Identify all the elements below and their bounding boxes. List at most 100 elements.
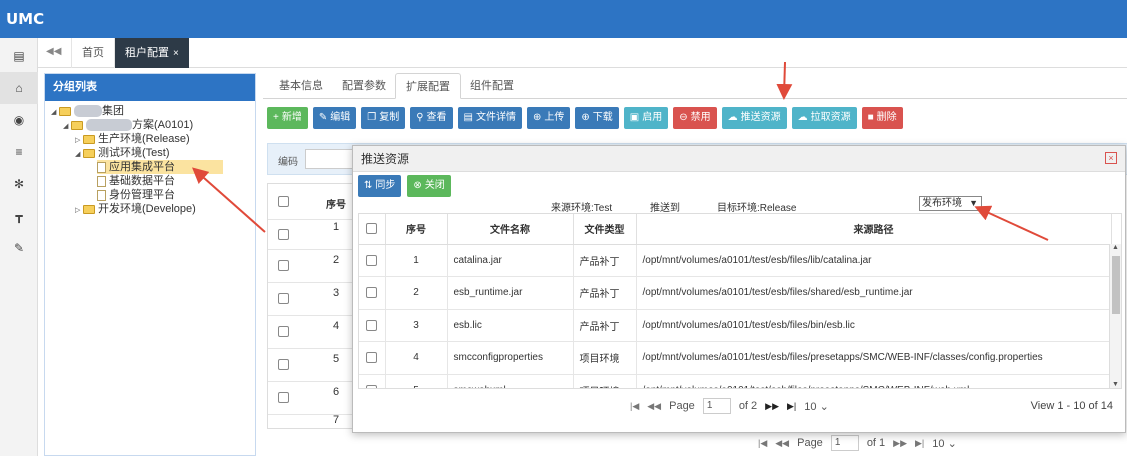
trash-icon: ■ xyxy=(867,112,874,123)
close-icon[interactable]: × xyxy=(173,48,179,59)
upload-button[interactable]: ⊕ 上传 xyxy=(526,107,571,129)
pull-resources-button-label: 拉取资源 xyxy=(810,112,851,123)
next-page-icon[interactable]: ▶▶ xyxy=(893,438,907,449)
tree-node-app-integration[interactable]: 应用集成平台 xyxy=(97,160,223,174)
tree-node-release[interactable]: ▷ 生产环境(Release) xyxy=(75,132,190,146)
scroll-up-icon[interactable]: ▲ xyxy=(1112,244,1119,251)
row-checkbox[interactable] xyxy=(278,293,289,304)
sync-button[interactable]: ⇅ 同步 xyxy=(358,175,402,197)
file-details-button[interactable]: ▤ 文件详情 xyxy=(457,107,522,129)
tab-extension-config[interactable]: 扩展配置 xyxy=(395,73,461,99)
tab-tenant-config[interactable]: 租户配置 × xyxy=(114,38,189,68)
row-checkbox[interactable] xyxy=(366,352,378,364)
page-input[interactable]: 1 xyxy=(702,398,731,414)
page-input[interactable]: 1 xyxy=(830,435,859,451)
file-icon xyxy=(97,175,106,187)
download-button[interactable]: ⊕ 下载 xyxy=(575,107,619,129)
collapse-icon[interactable]: ▷ xyxy=(75,204,83,218)
last-page-icon[interactable]: ▶| xyxy=(787,401,796,412)
row-checkbox[interactable] xyxy=(278,229,289,240)
tab-config-params[interactable]: 配置参数 xyxy=(332,73,396,99)
expand-icon[interactable]: ◢ xyxy=(63,120,71,134)
table-row[interactable]: 5 smcwebxml 项目环境 /opt/mnt/volumes/a0101/… xyxy=(359,374,1112,388)
tree-node-root[interactable]: ◢ 集团 xyxy=(51,104,124,118)
table-row[interactable]: 2 xyxy=(268,250,354,283)
pull-resources-button[interactable]: ☁ 拉取资源 xyxy=(791,107,857,129)
row-checkbox[interactable] xyxy=(366,254,378,266)
tree-node-test[interactable]: ◢ 测试环境(Test) xyxy=(75,146,170,160)
disable-button[interactable]: ⊖ 禁用 xyxy=(673,107,717,129)
push-resources-button[interactable]: ☁ 推送资源 xyxy=(721,107,787,129)
tree-node-base-data[interactable]: 基础数据平台 xyxy=(97,174,175,188)
close-button[interactable]: ⊗ 关闭 xyxy=(407,175,451,197)
expand-icon[interactable]: ◢ xyxy=(75,148,83,162)
delete-button[interactable]: ■ 删除 xyxy=(861,107,903,129)
code-label: 编码 xyxy=(278,157,298,168)
publish-env-select[interactable]: 发布环境 ▼ xyxy=(919,196,982,211)
institution-icon[interactable]: ⌂ xyxy=(0,72,38,104)
table-row[interactable]: 4 smcconfigproperties 项目环境 /opt/mnt/volu… xyxy=(359,341,1112,375)
tree-node-identity[interactable]: 身份管理平台 xyxy=(97,188,175,202)
table-row[interactable]: 2 esb_runtime.jar 产品补丁 /opt/mnt/volumes/… xyxy=(359,276,1112,310)
tree-node-develope[interactable]: ▷ 开发环境(Develope) xyxy=(75,202,196,216)
column-header-file-name: 文件名称 xyxy=(447,214,574,245)
table-row[interactable]: 7 xyxy=(268,414,354,429)
view-button[interactable]: ⚲ 查看 xyxy=(410,107,453,129)
row-seq: 2 xyxy=(333,254,340,266)
vertical-scrollbar[interactable]: ▲ ▼ xyxy=(1109,244,1121,388)
row-checkbox[interactable] xyxy=(278,260,289,271)
page-size-select[interactable]: 10 ⌄ xyxy=(804,400,829,413)
row-checkbox[interactable] xyxy=(366,319,378,331)
list-icon[interactable]: ≡ xyxy=(0,136,38,168)
select-all-checkbox[interactable] xyxy=(278,196,289,207)
folder-icon xyxy=(83,134,95,144)
row-checkbox[interactable] xyxy=(278,359,289,370)
table-row[interactable]: 4 xyxy=(268,316,354,349)
prev-page-icon[interactable]: ◀◀ xyxy=(647,401,661,412)
scroll-down-icon[interactable]: ▼ xyxy=(1112,381,1119,388)
id-card-icon[interactable]: ▤ xyxy=(0,40,38,72)
gear-icon[interactable]: ✻ xyxy=(0,168,38,200)
expand-icon[interactable]: ◢ xyxy=(51,106,59,120)
tree-node-solution[interactable]: ◢ 方案(A0101) xyxy=(63,118,193,132)
edit-button[interactable]: ✎ 编辑 xyxy=(312,107,357,129)
double-left-arrow-icon[interactable]: ◀◀ xyxy=(46,46,61,57)
row-checkbox[interactable] xyxy=(278,392,289,403)
row-file-type: 产品补丁 xyxy=(573,276,637,310)
tree-node-develope-label: 开发环境(Develope) xyxy=(98,203,196,215)
select-all-checkbox[interactable] xyxy=(366,223,378,235)
table-row[interactable]: 1 xyxy=(268,220,354,250)
folder-icon xyxy=(83,204,95,214)
group-list-panel: 分组列表 ◢ 集团 ◢ 方案(A0101) ▷ 生产环境(Release) ◢ 测试环境… xyxy=(44,73,256,456)
last-page-icon[interactable]: ▶| xyxy=(915,438,924,449)
table-row[interactable]: 3 xyxy=(268,283,354,316)
row-checkbox[interactable] xyxy=(366,384,378,388)
next-page-icon[interactable]: ▶▶ xyxy=(765,401,779,412)
page-size-select[interactable]: 10 ⌄ xyxy=(932,437,957,450)
row-checkbox[interactable] xyxy=(366,287,378,299)
table-row[interactable]: 3 esb.lic 产品补丁 /opt/mnt/volumes/a0101/te… xyxy=(359,309,1112,342)
first-page-icon[interactable]: |◀ xyxy=(630,401,639,412)
dialog-close-icon[interactable]: × xyxy=(1105,152,1117,164)
row-seq: 4 xyxy=(385,341,448,375)
row-checkbox[interactable] xyxy=(278,326,289,337)
tab-component-config[interactable]: 组件配置 xyxy=(460,73,524,99)
eye-icon[interactable]: ◉ xyxy=(0,104,38,136)
first-page-icon[interactable]: |◀ xyxy=(758,438,767,449)
add-button[interactable]: + 新增 xyxy=(267,107,308,129)
prev-page-icon[interactable]: ◀◀ xyxy=(775,438,789,449)
tab-basic-info[interactable]: 基本信息 xyxy=(269,73,333,99)
wrench-icon[interactable]: ✎ xyxy=(0,232,38,264)
table-row[interactable]: 6 xyxy=(268,382,354,415)
table-row[interactable]: 1 catalina.jar 产品补丁 /opt/mnt/volumes/a01… xyxy=(359,244,1112,277)
table-row[interactable]: 5 xyxy=(268,349,354,382)
row-file-name: smcwebxml xyxy=(447,374,574,388)
scrollbar-thumb[interactable] xyxy=(1112,256,1120,314)
row-seq: 1 xyxy=(333,221,340,233)
copy-button[interactable]: ❐ 复制 xyxy=(361,107,406,129)
sitemap-icon[interactable]: ┳ xyxy=(0,200,38,232)
table-header-row: 序号 文件名称 文件类型 来源路径 xyxy=(359,214,1112,245)
column-header-source-path: 来源路径 xyxy=(636,214,1112,245)
tab-home[interactable]: 首页 xyxy=(71,38,114,68)
enable-button[interactable]: ▣ 启用 xyxy=(623,107,669,129)
